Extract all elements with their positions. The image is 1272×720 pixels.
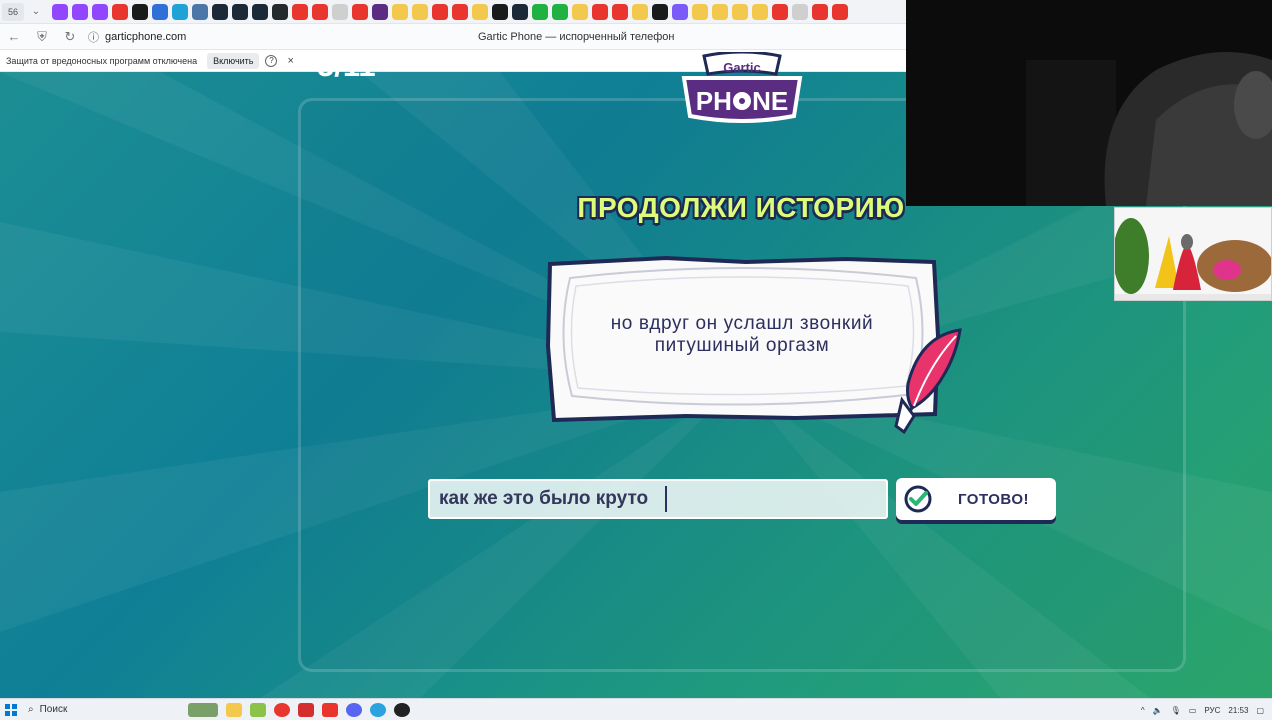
pinned-tab-favicon-icon[interactable] (452, 3, 468, 20)
microphone-icon[interactable]: 🎙 (1171, 706, 1181, 715)
taskbar: ⌕ Поиск ^ 🔈 🎙 ▭ РУС 21:53 ▢ (0, 698, 1272, 720)
quill-icon (894, 328, 962, 434)
text-caret (665, 486, 668, 512)
app-icon[interactable] (298, 702, 314, 717)
pinned-tab-favicon-icon[interactable] (632, 3, 648, 20)
obs-icon[interactable] (394, 702, 410, 717)
infobar-message: Защита от вредоносных программ отключена (6, 55, 198, 66)
done-button-label[interactable]: ГОТОВО! (958, 491, 1029, 508)
taskbar-widget-icon[interactable] (188, 702, 218, 717)
volume-icon[interactable]: 🔈 (1153, 706, 1163, 715)
chevron-up-icon[interactable]: ^ (1141, 706, 1145, 715)
pinned-tab-favicon-icon[interactable] (192, 3, 208, 20)
pinned-tab-favicon-icon[interactable] (52, 3, 68, 20)
reload-icon[interactable]: ↻ (56, 24, 84, 50)
pinned-tab-favicon-icon[interactable] (252, 3, 268, 20)
pinned-tab-favicon-icon[interactable] (372, 3, 388, 20)
pinned-tab-favicon-icon[interactable] (792, 3, 808, 20)
notifications-icon[interactable]: ▢ (1256, 706, 1264, 715)
pinned-tab-favicon-icon[interactable] (292, 3, 308, 20)
pinned-tab-favicon-icon[interactable] (552, 3, 568, 20)
back-icon[interactable]: ← (0, 24, 28, 50)
discord-icon[interactable] (346, 702, 362, 717)
pinned-tab-favicon-icon[interactable] (432, 3, 448, 20)
pinned-tab-favicon-icon[interactable] (92, 3, 108, 20)
pinned-tab-favicon-icon[interactable] (212, 3, 228, 20)
pinned-tab-favicon-icon[interactable] (512, 3, 528, 20)
check-icon (904, 485, 932, 513)
clock[interactable]: 21:53 (1228, 706, 1248, 715)
system-tray: ^ 🔈 🎙 ▭ РУС 21:53 ▢ (1141, 699, 1264, 720)
pinned-tab-favicon-icon[interactable] (572, 3, 588, 20)
site-info-icon[interactable]: ⓘ (88, 29, 99, 45)
pinned-tab-favicon-icon[interactable] (772, 3, 788, 20)
pinned-tab-favicon-icon[interactable] (392, 3, 408, 20)
pinned-tab-favicon-icon[interactable] (752, 3, 768, 20)
pinned-tab-favicon-icon[interactable] (472, 3, 488, 20)
pinned-tab-favicon-icon[interactable] (112, 3, 128, 20)
yandex-icon[interactable] (274, 702, 290, 717)
pinned-tab-favicon-icon[interactable] (612, 3, 628, 20)
answer-input[interactable]: как же это было круто (428, 479, 888, 519)
windows-start-icon[interactable] (0, 699, 22, 720)
pinned-tab-favicon-icon[interactable] (592, 3, 608, 20)
pinned-tab-favicon-icon[interactable] (492, 3, 508, 20)
pinned-tab-favicon-icon[interactable] (352, 3, 368, 20)
logo-line1: Gartic (723, 60, 761, 75)
pinned-tab-favicon-icon[interactable] (132, 3, 148, 20)
enable-button[interactable]: Включить (207, 52, 260, 69)
chevron-down-icon[interactable]: ⌄ (26, 6, 46, 17)
pinned-tab-favicon-icon[interactable] (712, 3, 728, 20)
pinned-tab-favicon-icon[interactable] (72, 3, 88, 20)
pinned-tab-favicon-icon[interactable] (812, 3, 828, 20)
previous-prompt: но вдруг он услашл звонкий питушиный орг… (610, 313, 874, 356)
objects-photo (1115, 208, 1271, 300)
telegram-icon[interactable] (370, 702, 386, 717)
url-field[interactable]: ⓘ garticphone.com (88, 29, 186, 45)
app-icon[interactable] (250, 702, 266, 717)
search-icon: ⌕ (28, 704, 34, 715)
pinned-tab-favicon-icon[interactable] (332, 3, 348, 20)
done-button[interactable]: ГОТОВО! (896, 478, 1056, 520)
page-title: Gartic Phone — испорченный телефон (478, 31, 675, 43)
pinned-tab-favicon-icon[interactable] (172, 3, 188, 20)
pinned-tab-favicon-icon[interactable] (692, 3, 708, 20)
headline: ПРОДОЛЖИ ИСТОРИЮ (577, 192, 905, 223)
pinned-tab-favicon-icon[interactable] (672, 3, 688, 20)
taskbar-apps (188, 702, 410, 717)
photo-overlay (1114, 207, 1272, 301)
pinned-tab-favicon-icon[interactable] (652, 3, 668, 20)
pinned-tab-favicon-icon[interactable] (732, 3, 748, 20)
close-icon[interactable]: × (287, 55, 293, 67)
pinned-tab-favicon-icon[interactable] (312, 3, 328, 20)
taskbar-search-label: Поиск (39, 704, 68, 715)
tab-count-button[interactable]: 56 (2, 2, 24, 21)
pinned-tab-favicon-icon[interactable] (412, 3, 428, 20)
pinned-tab-favicon-icon[interactable] (532, 3, 548, 20)
webcam-feed (906, 0, 1272, 206)
pinned-tab-favicon-icon[interactable] (232, 3, 248, 20)
network-icon[interactable]: ▭ (1189, 706, 1197, 715)
bookmark-tabs (52, 3, 848, 20)
shield-icon[interactable]: ⛨ (28, 24, 56, 50)
pinned-tab-favicon-icon[interactable] (832, 3, 848, 20)
pinned-tab-favicon-icon[interactable] (152, 3, 168, 20)
webcam-overlay (906, 0, 1272, 206)
file-explorer-icon[interactable] (226, 702, 242, 717)
answer-input-value[interactable]: как же это было круто (439, 488, 653, 510)
gartic-phone-logo: Gartic PHONE (681, 52, 803, 123)
taskbar-search[interactable]: ⌕ Поиск (28, 704, 148, 715)
round-counter: 5/11 (317, 48, 376, 83)
help-icon[interactable]: ? (265, 54, 278, 67)
pinned-tab-favicon-icon[interactable] (272, 3, 288, 20)
language-indicator[interactable]: РУС (1204, 706, 1220, 715)
url-text[interactable]: garticphone.com (105, 31, 186, 43)
yandex-browser-icon[interactable] (322, 702, 338, 717)
